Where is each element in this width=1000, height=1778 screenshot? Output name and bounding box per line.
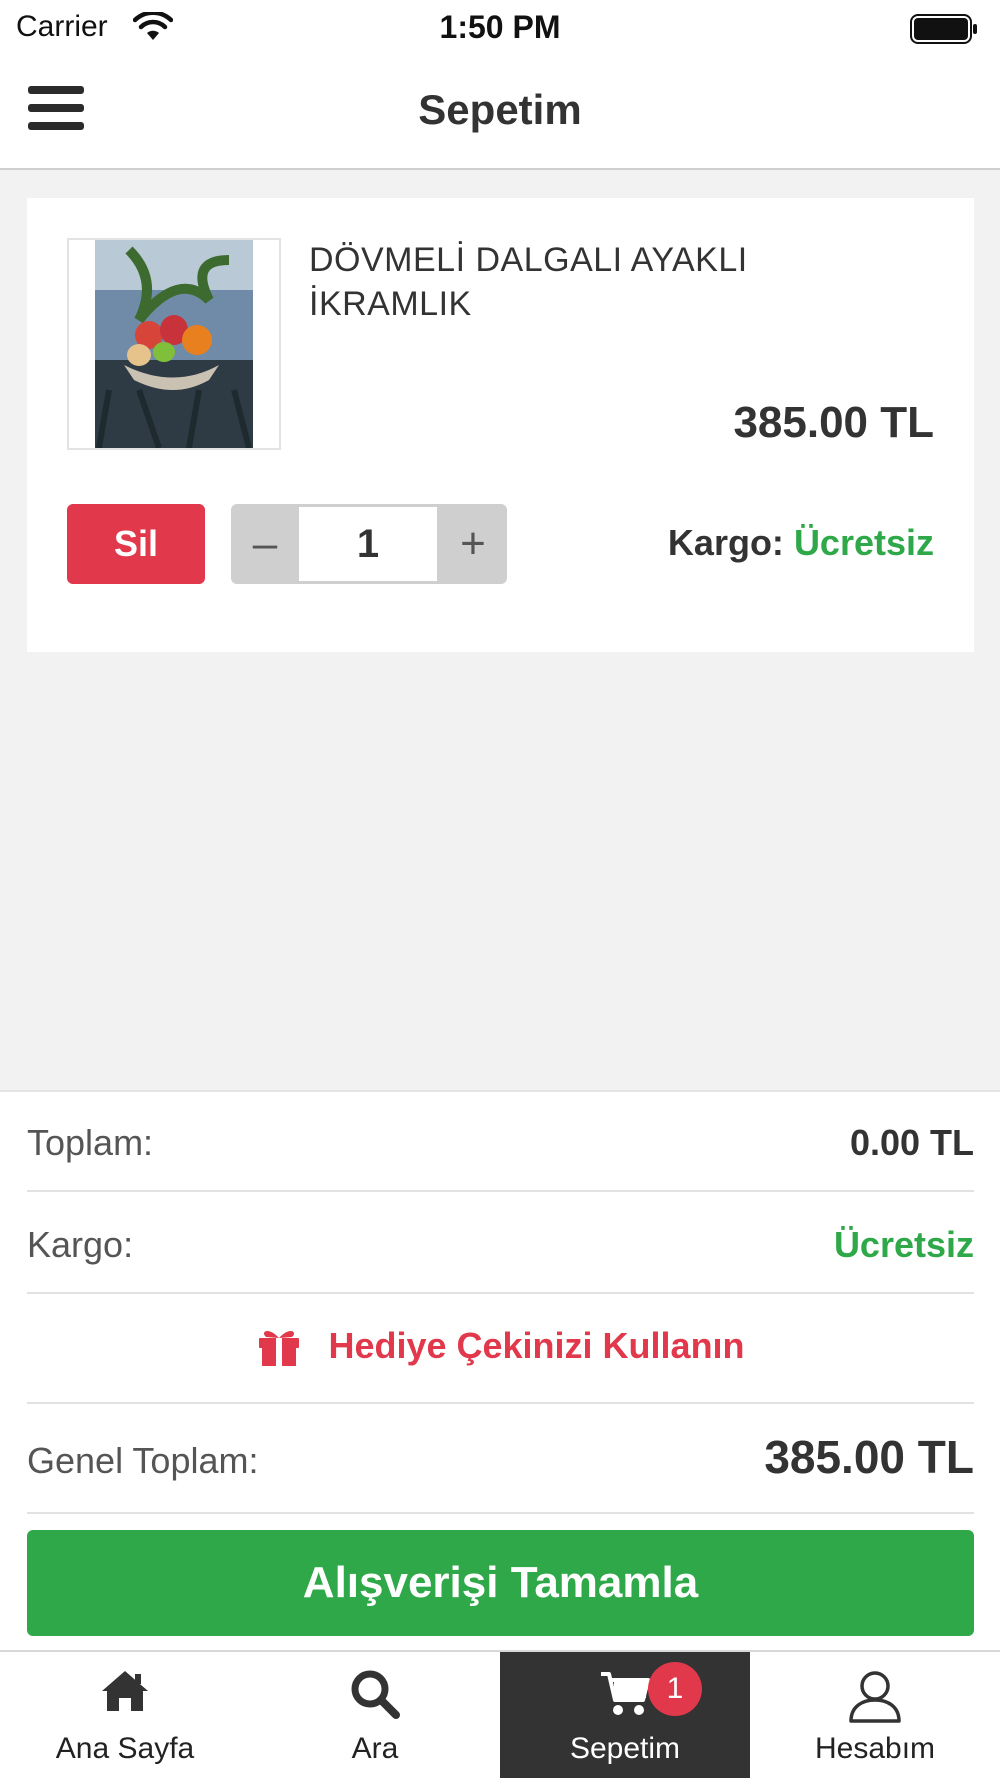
search-icon	[351, 1670, 400, 1719]
quantity-stepper: – 1 +	[231, 504, 507, 584]
gift-voucher-label: Hediye Çekinizi Kullanın	[328, 1325, 745, 1366]
checkout-button[interactable]: Alışverişi Tamamla	[27, 1530, 974, 1636]
tab-home[interactable]: Ana Sayfa	[0, 1652, 250, 1778]
tab-search[interactable]: Ara	[250, 1652, 500, 1778]
cart-icon	[601, 1672, 650, 1715]
total-value: 0.00 TL	[849, 1122, 974, 1163]
navigation-bar: Sepetim	[0, 56, 1000, 170]
total-label: Toplam:	[27, 1122, 154, 1163]
tab-search-label: Ara	[351, 1732, 399, 1765]
grand-total-value: 385.00 TL	[764, 1431, 974, 1483]
home-icon	[102, 1671, 148, 1711]
tab-account[interactable]: Hesabım	[750, 1652, 1000, 1778]
order-summary: Toplam: 0.00 TL Kargo: Ücretsiz Hediye Ç…	[0, 1090, 1000, 1650]
tab-cart[interactable]: 1 Sepetim	[500, 1652, 750, 1778]
product-thumbnail[interactable]	[67, 238, 281, 450]
tab-account-label: Hesabım	[814, 1732, 936, 1765]
shipping-value: Ücretsiz	[833, 1224, 974, 1265]
cart-count-badge: 1	[648, 1662, 702, 1716]
cart-item-card: DÖVMELİ DALGALI AYAKLI İKRAMLIK 385.00 T…	[27, 198, 974, 652]
product-name: DÖVMELİ DALGALI AYAKLI İKRAMLIK	[309, 241, 748, 323]
gift-voucher-row: Hediye Çekinizi Kullanın	[27, 1294, 974, 1404]
decrement-button[interactable]: –	[231, 504, 299, 584]
user-icon	[849, 1671, 901, 1723]
item-shipping-value: Ücretsiz	[793, 522, 934, 563]
tab-home-label: Ana Sayfa	[55, 1732, 195, 1765]
delete-button[interactable]: Sil	[67, 504, 205, 584]
page-title: Sepetim	[418, 86, 582, 133]
gift-icon	[259, 1330, 300, 1366]
total-row: Toplam: 0.00 TL	[27, 1092, 974, 1192]
product-image	[95, 240, 253, 448]
increment-button[interactable]: +	[439, 504, 507, 584]
battery-icon	[910, 14, 977, 44]
item-shipping-label: Kargo:	[667, 522, 784, 563]
shipping-label: Kargo:	[27, 1224, 134, 1265]
tab-bar: Ana Sayfa Ara 1 Sepetim Hesabım	[0, 1650, 1000, 1778]
grand-total-label: Genel Toplam:	[27, 1440, 259, 1481]
shipping-row: Kargo: Ücretsiz	[27, 1192, 974, 1294]
quantity-value[interactable]: 1	[299, 507, 437, 581]
status-bar: Carrier 1:50 PM	[0, 0, 1000, 56]
item-shipping-info: Kargo: Ücretsiz	[668, 522, 934, 564]
clock-time: 1:50 PM	[439, 9, 561, 45]
grand-total-row: Genel Toplam: 385.00 TL	[27, 1404, 974, 1514]
gift-voucher-link[interactable]: Hediye Çekinizi Kullanın	[27, 1324, 974, 1368]
product-price: 385.00 TL	[733, 398, 934, 447]
tab-cart-label: Sepetim	[569, 1732, 681, 1765]
